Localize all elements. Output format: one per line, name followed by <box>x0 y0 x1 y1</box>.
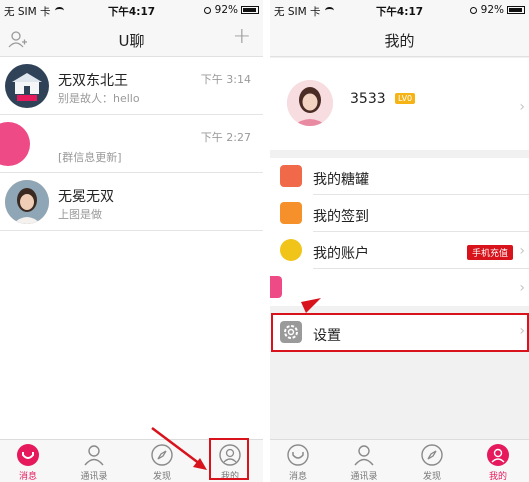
chevron-right-icon: › <box>519 243 525 259</box>
battery-status: 92% <box>469 4 525 16</box>
highlight-box <box>209 438 249 480</box>
avatar <box>5 180 49 224</box>
tab-messages[interactable]: 消息 <box>0 440 56 482</box>
me-screen: 无 SIM 卡 下午4:17 92% 我的 3533 LV0 › 我的糖罐 我的… <box>270 0 529 482</box>
conversation-preview: [群信息更新] <box>58 151 122 164</box>
menu-item-candy-jar[interactable]: 我的糖罐 <box>270 158 529 195</box>
conversation-time: 下午 3:14 <box>200 73 251 86</box>
contacts-icon <box>354 445 374 466</box>
tab-label: 发现 <box>152 472 171 482</box>
menu-item-pink[interactable]: › <box>270 269 529 306</box>
recharge-badge: 手机充值 <box>466 245 513 260</box>
compass-icon <box>151 444 173 466</box>
navigation-bar: U聊 + <box>0 20 263 57</box>
profile-avatar <box>287 80 333 126</box>
account-coin-icon <box>280 239 302 261</box>
person-photo-icon <box>5 180 49 224</box>
tab-contacts[interactable]: 通讯录 <box>336 440 392 482</box>
pink-icon <box>270 276 282 298</box>
conversation-preview: 别是故人：hello <box>58 92 140 105</box>
rotation-lock-icon <box>469 7 477 14</box>
conversation-time: 下午 2:27 <box>200 131 251 144</box>
level-badge: LV0 <box>395 93 416 104</box>
contacts-icon <box>84 445 104 466</box>
tab-label: 通讯录 <box>350 472 378 482</box>
highlight-box <box>271 313 529 352</box>
battery-icon <box>241 6 259 14</box>
menu-label: 我的账户 <box>313 246 369 262</box>
battery-icon <box>507 6 525 14</box>
avatar <box>0 122 30 166</box>
page-title: U聊 <box>118 32 145 50</box>
menu-label: 我的糖罐 <box>313 172 369 188</box>
conversation-preview: 上图是做 <box>58 208 102 221</box>
tab-label: 通讯录 <box>80 472 108 482</box>
tab-discover[interactable]: 发现 <box>404 440 460 482</box>
messages-icon <box>17 444 39 466</box>
checkin-calendar-icon <box>280 202 302 224</box>
avatar <box>5 64 49 108</box>
navigation-bar: 我的 <box>270 20 529 57</box>
chevron-right-icon: › <box>519 99 525 115</box>
battery-status: 92% <box>203 4 259 16</box>
tab-me[interactable]: 我的 <box>470 440 526 482</box>
page-title: 我的 <box>384 32 415 50</box>
add-icon[interactable]: + <box>233 26 251 48</box>
tab-label: 我的 <box>488 472 507 482</box>
messages-screen: 无 SIM 卡 下午4:17 92% U聊 + 无双东北王 别是故人：hello… <box>0 0 263 482</box>
tab-bar: 消息 通讯录 发现 我的 <box>270 439 529 482</box>
menu-item-checkin[interactable]: 我的签到 <box>270 195 529 232</box>
palace-icon <box>12 73 42 101</box>
profile-card[interactable]: 3533 LV0 › <box>270 58 529 150</box>
menu-label: 我的签到 <box>313 209 369 225</box>
messages-icon <box>287 444 309 466</box>
rotation-lock-icon <box>203 7 211 14</box>
conversation-item[interactable]: [群信息更新] 下午 2:27 <box>0 116 263 173</box>
compass-icon <box>421 444 443 466</box>
candy-jar-icon <box>280 165 302 187</box>
status-bar: 无 SIM 卡 下午4:17 92% <box>0 0 263 20</box>
conversation-item[interactable]: 无双东北王 别是故人：hello 下午 3:14 <box>0 58 263 115</box>
conversation-item[interactable]: 无冕无双 上图是做 <box>0 174 263 231</box>
tab-label: 消息 <box>288 472 307 482</box>
conversation-name: 无冕无双 <box>58 189 114 205</box>
tab-label: 消息 <box>18 472 37 482</box>
tab-contacts[interactable]: 通讯录 <box>66 440 122 482</box>
menu-item-account[interactable]: 我的账户 手机充值 › <box>270 232 529 269</box>
tab-discover[interactable]: 发现 <box>134 440 190 482</box>
status-bar: 无 SIM 卡 下午4:17 92% <box>270 0 529 20</box>
conversation-name: 无双东北王 <box>58 73 128 89</box>
profile-name: 3533 <box>350 91 386 107</box>
profile-icon <box>487 444 509 466</box>
tab-messages[interactable]: 消息 <box>270 440 326 482</box>
person-photo-icon <box>287 80 333 126</box>
chevron-right-icon: › <box>519 280 525 296</box>
tab-label: 发现 <box>422 472 441 482</box>
